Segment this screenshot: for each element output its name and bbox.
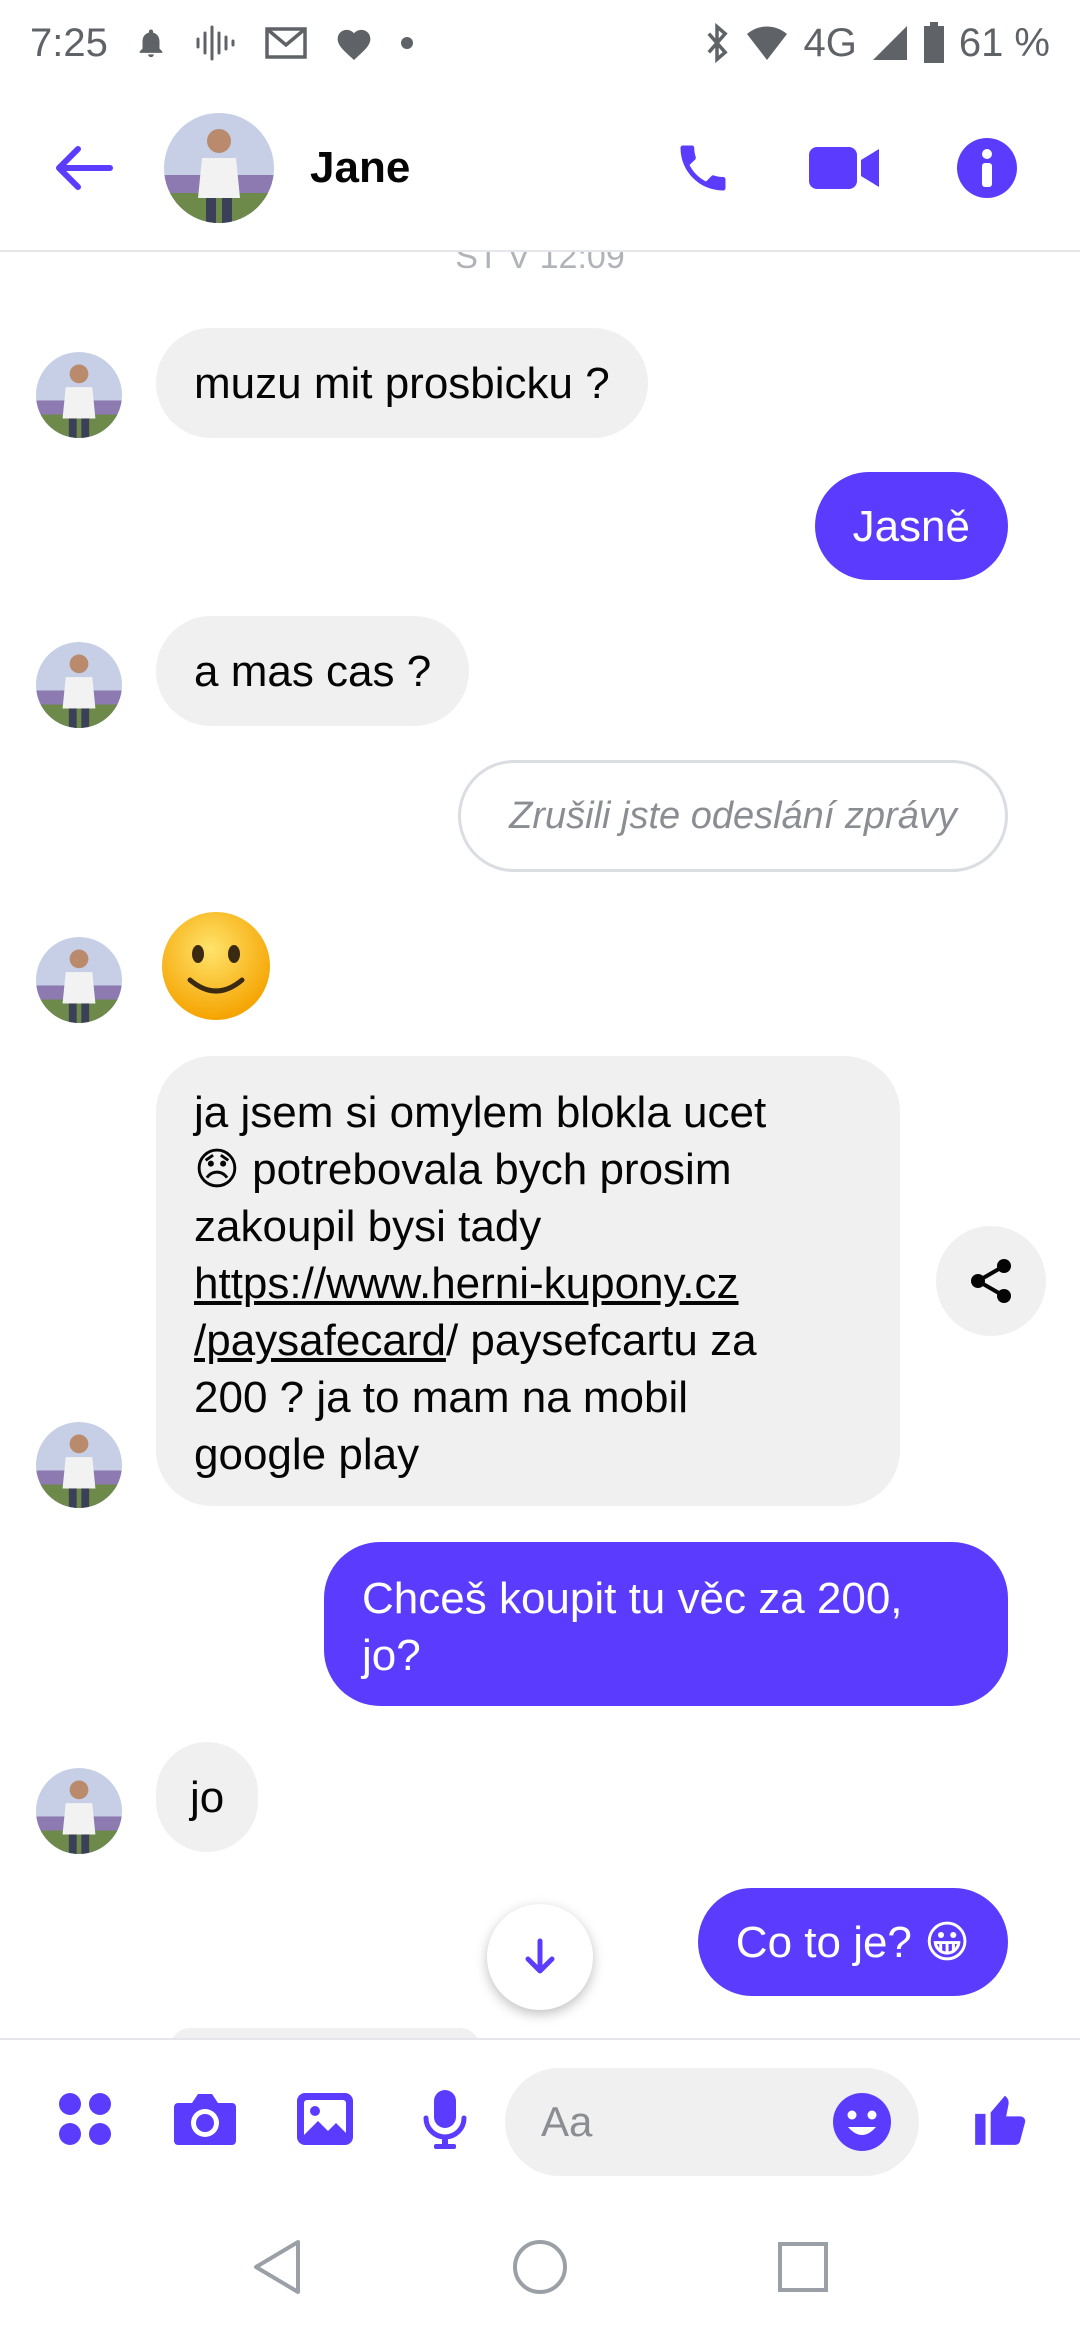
video-call-button[interactable]	[800, 123, 890, 213]
message-line: https://www.herni-kupony.cz	[194, 1255, 862, 1312]
emoji-message[interactable]	[160, 910, 272, 1027]
home-circle-icon	[513, 2240, 567, 2294]
status-bar: 7:25 4G 61 %	[0, 0, 1080, 86]
sender-avatar[interactable]	[36, 1422, 122, 1508]
gallery-icon	[297, 2093, 353, 2145]
sender-avatar[interactable]	[36, 1768, 122, 1854]
system-navigation-bar	[0, 2198, 1080, 2340]
sender-avatar[interactable]	[36, 937, 122, 1023]
conversation-header: Jane	[0, 86, 1080, 252]
message-link[interactable]: /paysafecard	[194, 1316, 446, 1365]
sender-avatar[interactable]	[36, 642, 122, 728]
incoming-message[interactable]: a mas cas ?	[156, 616, 470, 726]
bell-icon	[134, 24, 168, 62]
message-line: /paysafecard/ paysefcartu za	[194, 1316, 757, 1365]
thumbs-up-icon	[975, 2095, 1026, 2145]
back-arrow-icon	[56, 146, 113, 190]
message-line: jo?	[362, 1631, 421, 1680]
podcast-icon	[194, 23, 238, 63]
video-icon	[809, 147, 879, 189]
back-triangle-icon	[254, 2240, 300, 2294]
info-icon	[957, 138, 1017, 198]
recents-square-icon	[778, 2242, 828, 2292]
bluetooth-icon	[703, 23, 731, 63]
more-actions-button[interactable]	[40, 2074, 130, 2164]
nav-recents-button[interactable]	[758, 2222, 848, 2312]
status-time: 7:25	[30, 20, 108, 65]
microphone-icon	[423, 2090, 467, 2149]
incoming-message[interactable]: muzu mit prosbicku ?	[156, 328, 648, 438]
message-line: Chceš koupit tu věc za 200,	[362, 1574, 903, 1623]
share-button[interactable]	[936, 1226, 1046, 1336]
battery-level: 61 %	[958, 20, 1050, 65]
contact-avatar[interactable]	[164, 113, 274, 223]
apps-icon	[59, 2093, 111, 2145]
slightly-smiling-face-icon	[162, 912, 270, 1020]
share-icon	[971, 1259, 1011, 1303]
incoming-message[interactable]: jo	[156, 1742, 259, 1852]
message-composer	[0, 2038, 1080, 2198]
dot-icon	[400, 36, 414, 50]
message-input[interactable]	[541, 2098, 831, 2146]
nav-back-button[interactable]	[232, 2222, 322, 2312]
network-type: 4G	[803, 20, 857, 65]
disappointed-face-emoji: 😞	[194, 1145, 240, 1194]
message-line: google play	[194, 1430, 420, 1479]
gallery-button[interactable]	[280, 2074, 370, 2164]
voice-call-button[interactable]	[658, 123, 748, 213]
battery-icon	[923, 22, 945, 64]
outgoing-message[interactable]: Co to je? 😀	[697, 1888, 1008, 1996]
emoji-picker-button[interactable]	[827, 2087, 897, 2157]
conversation-info-button[interactable]	[942, 123, 1032, 213]
arrow-down-icon	[525, 1938, 555, 1974]
incoming-message[interactable]: ja jsem si omylem blokla ucet 😞 potrebov…	[156, 1056, 900, 1506]
partial-message	[170, 2028, 480, 2038]
camera-icon	[174, 2094, 236, 2145]
like-button[interactable]	[956, 2074, 1046, 2164]
heart-icon	[334, 25, 374, 61]
message-timestamp: ST V 12:09	[455, 252, 625, 276]
gmail-icon	[264, 26, 308, 60]
outgoing-message[interactable]: Jasně	[814, 472, 1008, 580]
camera-button[interactable]	[160, 2074, 250, 2164]
voice-message-button[interactable]	[400, 2074, 490, 2164]
emoji-icon	[833, 2093, 891, 2151]
message-list[interactable]: ST V 12:09 muzu mit prosbicku ? Jasně a …	[0, 252, 1080, 2038]
message-line: ja jsem si omylem blokla ucet	[194, 1088, 767, 1137]
message-link[interactable]: https://www.herni-kupony.cz	[194, 1259, 739, 1308]
message-line: zakoupil bysi tady	[194, 1202, 542, 1251]
signal-icon	[871, 24, 909, 62]
unsent-message-notice: Zrušili jste odeslání zprávy	[458, 760, 1008, 872]
scroll-to-bottom-button[interactable]	[487, 1904, 593, 2010]
message-line: 😞 potrebovala bych prosim	[194, 1145, 732, 1194]
outgoing-message[interactable]: Chceš koupit tu věc za 200, jo?	[324, 1542, 1008, 1706]
message-line: 200 ? ja to mam na mobil	[194, 1373, 689, 1422]
sender-avatar[interactable]	[36, 352, 122, 438]
nav-home-button[interactable]	[495, 2222, 585, 2312]
phone-icon	[680, 145, 726, 191]
back-button[interactable]	[34, 118, 134, 218]
wifi-icon	[745, 24, 789, 62]
message-input-wrapper	[505, 2068, 919, 2176]
contact-name[interactable]: Jane	[310, 143, 410, 193]
